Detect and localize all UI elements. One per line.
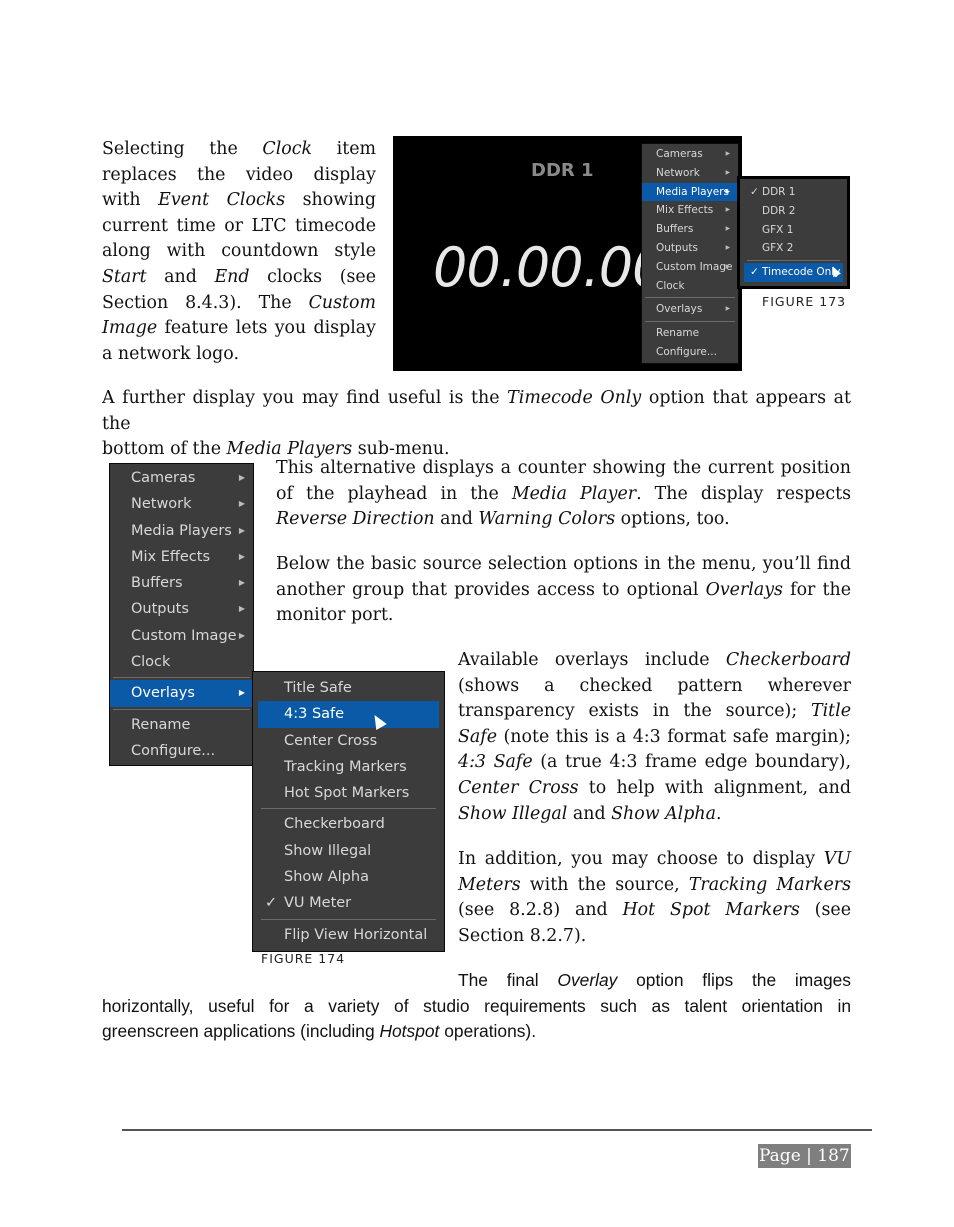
menu-item-network[interactable]: Network ▶ <box>110 491 253 517</box>
menu-item-rename[interactable]: Rename <box>110 712 253 738</box>
menu-separator <box>113 677 250 679</box>
menu-item-buffers[interactable]: Buffers ▶ <box>642 220 738 239</box>
menu-item-configure[interactable]: Configure... <box>110 738 253 764</box>
menu-separator <box>645 321 735 323</box>
menu-item-media-players[interactable]: Media Players ▶ <box>642 182 738 202</box>
menu-item-outputs[interactable]: Outputs ▶ <box>110 596 253 622</box>
page-number: Page | 187 <box>758 1144 851 1168</box>
monitor-label: DDR 1 <box>531 160 594 181</box>
submenu-arrow-icon: ▶ <box>725 207 730 214</box>
menu-separator <box>113 708 250 710</box>
submenu-arrow-icon: ▶ <box>238 578 245 588</box>
submenu-item-hot-spot-markers[interactable]: Hot Spot Markers <box>258 780 439 806</box>
figure-173-caption: FIGURE 173 <box>762 294 847 309</box>
submenu-arrow-icon: ▶ <box>238 525 245 535</box>
submenu-arrow-icon: ▶ <box>238 604 245 614</box>
menu-item-mix-effects[interactable]: Mix Effects ▶ <box>110 544 253 570</box>
submenu-arrow-icon: ▶ <box>725 169 730 176</box>
menu-item-mix-effects[interactable]: Mix Effects ▶ <box>642 201 738 220</box>
submenu-arrow-icon: ▶ <box>238 499 245 509</box>
submenu-item-vu-meter[interactable]: ✓ VU Meter <box>258 890 439 916</box>
submenu-arrow-icon: ▶ <box>238 630 245 640</box>
submenu-item-center-cross[interactable]: Center Cross <box>258 728 439 754</box>
submenu-item-gfx1[interactable]: GFX 1 <box>744 221 843 240</box>
check-icon: ✓ <box>265 895 278 912</box>
submenu-arrow-icon: ▶ <box>725 263 730 270</box>
flip-overlay-paragraph: The final Overlay option flips the image… <box>102 970 851 1042</box>
submenu-item-show-alpha[interactable]: Show Alpha <box>258 864 439 890</box>
menu-item-clock[interactable]: Clock <box>110 649 253 675</box>
alternative-display-paragraph: This alternative displays a counter show… <box>276 458 851 530</box>
submenu-arrow-icon: ▶ <box>725 306 730 313</box>
overlay-context-menu: Cameras ▶ Network ▶ Media Players ▶ Mix Eff… <box>109 463 254 767</box>
menu-item-clock[interactable]: Clock <box>642 277 738 296</box>
menu-separator <box>645 297 735 299</box>
menu-separator <box>261 808 436 810</box>
menu-item-overlays[interactable]: Overlays ▶ <box>642 300 738 319</box>
check-icon: ✓ <box>750 186 759 198</box>
submenu-item-show-illegal[interactable]: Show Illegal <box>258 838 439 864</box>
submenu-item-ddr1[interactable]: ✓ DDR 1 <box>744 183 843 202</box>
submenu-item-title-safe[interactable]: Title Safe <box>258 675 439 701</box>
submenu-arrow-icon: ▶ <box>238 688 245 698</box>
submenu-item-flip-view-horizontal[interactable]: Flip View Horizontal <box>258 922 439 948</box>
figure-174-caption: FIGURE 174 <box>261 951 346 966</box>
submenu-arrow-icon: ▶ <box>725 226 730 233</box>
menu-item-media-players[interactable]: Media Players ▶ <box>110 518 253 544</box>
menu-item-custom-image[interactable]: Custom Image ▶ <box>642 258 738 277</box>
submenu-arrow-icon: ▶ <box>238 551 245 561</box>
submenu-item-timecode-only[interactable]: ✓ Timecode Only <box>744 263 843 282</box>
submenu-arrow-icon: ▶ <box>238 473 245 482</box>
menu-item-buffers[interactable]: Buffers ▶ <box>110 570 253 596</box>
timecode-display: 00.00.00 <box>433 236 666 299</box>
submenu-item-tracking-markers[interactable]: Tracking Markers <box>258 754 439 780</box>
overlays-group-paragraph: Below the basic source selection options… <box>276 554 851 626</box>
menu-item-cameras[interactable]: Cameras ▶ <box>642 145 738 164</box>
submenu-arrow-icon: ▶ <box>725 151 730 157</box>
vu-meters-paragraph: In addition, you may choose to display V… <box>458 849 851 946</box>
submenu-item-ddr2[interactable]: DDR 2 <box>744 202 843 221</box>
submenu-item-gfx2[interactable]: GFX 2 <box>744 239 843 258</box>
submenu-arrow-icon: ▶ <box>725 188 730 195</box>
overlays-submenu: Title Safe 4:3 Safe Center Cross Trackin… <box>252 671 445 952</box>
menu-separator <box>261 918 436 920</box>
submenu-item-4-3-safe[interactable]: 4:3 Safe <box>258 701 439 728</box>
intro-paragraph: Selecting the Clock item replaces the vi… <box>102 139 377 364</box>
menu-item-cameras[interactable]: Cameras ▶ <box>110 465 253 491</box>
menu-item-configure[interactable]: Configure... <box>642 343 738 362</box>
footer-rule <box>122 1129 872 1131</box>
timecode-only-paragraph: A further display you may find useful is… <box>102 388 852 460</box>
menu-item-network[interactable]: Network ▶ <box>642 164 738 183</box>
submenu-item-checkerboard[interactable]: Checkerboard <box>258 811 439 837</box>
submenu-arrow-icon: ▶ <box>725 244 730 251</box>
monitor-context-menu: Cameras ▶ Network ▶ Media Players ▶ Mix Eff… <box>641 143 739 364</box>
menu-item-overlays[interactable]: Overlays ▶ <box>110 680 253 707</box>
available-overlays-paragraph: Available overlays include Checkerboard … <box>458 650 851 824</box>
check-icon: ✓ <box>750 266 759 279</box>
menu-separator <box>747 260 840 262</box>
menu-item-rename[interactable]: Rename <box>642 324 738 343</box>
menu-item-outputs[interactable]: Outputs ▶ <box>642 239 738 258</box>
menu-item-custom-image[interactable]: Custom Image ▶ <box>110 623 253 649</box>
